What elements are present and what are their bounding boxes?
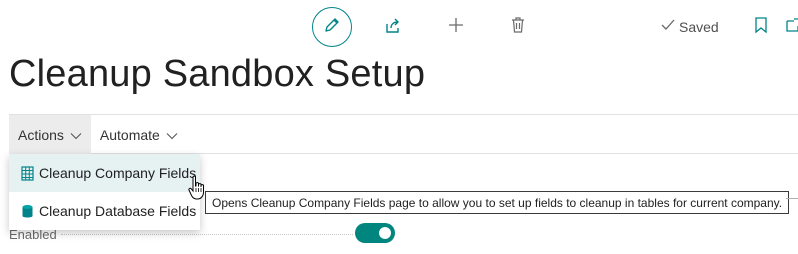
tab-automate-label: Automate [99, 126, 160, 143]
table-icon [20, 165, 34, 181]
edit-button[interactable] [312, 7, 352, 47]
chevron-down-icon [166, 127, 178, 143]
database-icon [20, 203, 34, 219]
chevron-down-icon [70, 127, 82, 143]
tooltip: Opens Cleanup Company Fields page to all… [205, 191, 790, 214]
menu-item-cleanup-company-fields[interactable]: Cleanup Company Fields [9, 154, 200, 192]
tab-actions[interactable]: Actions [9, 115, 91, 154]
actions-menu: Cleanup Company Fields Cleanup Database … [9, 154, 200, 230]
checkmark-icon [660, 18, 679, 35]
tab-actions-label: Actions [18, 126, 64, 143]
toggle-knob [379, 227, 391, 239]
plus-icon [447, 16, 465, 39]
new-button[interactable] [444, 15, 468, 39]
action-bar: Actions Automate [9, 114, 798, 154]
popout-icon [785, 16, 798, 39]
field-leader-dots [61, 234, 353, 235]
delete-icon [510, 16, 526, 39]
share-icon [383, 16, 403, 41]
delete-button[interactable] [506, 15, 530, 39]
divider [786, 198, 798, 199]
share-button[interactable] [381, 16, 405, 40]
saved-label: Saved [679, 18, 719, 35]
enabled-toggle[interactable] [355, 223, 395, 243]
page-toolbar: Saved [0, 0, 798, 54]
menu-item-label: Cleanup Database Fields [39, 203, 197, 219]
popout-button[interactable] [782, 15, 798, 39]
tab-automate[interactable]: Automate [91, 115, 187, 154]
saved-status: Saved [660, 18, 719, 35]
menu-item-label: Cleanup Company Fields [39, 165, 197, 181]
page-title: Cleanup Sandbox Setup [9, 53, 426, 95]
menu-item-cleanup-database-fields[interactable]: Cleanup Database Fields [9, 192, 200, 230]
bookmark-button[interactable] [750, 15, 772, 39]
bookmark-icon [754, 16, 768, 39]
tooltip-text: Opens Cleanup Company Fields page to all… [212, 195, 783, 210]
edit-icon [323, 16, 341, 39]
